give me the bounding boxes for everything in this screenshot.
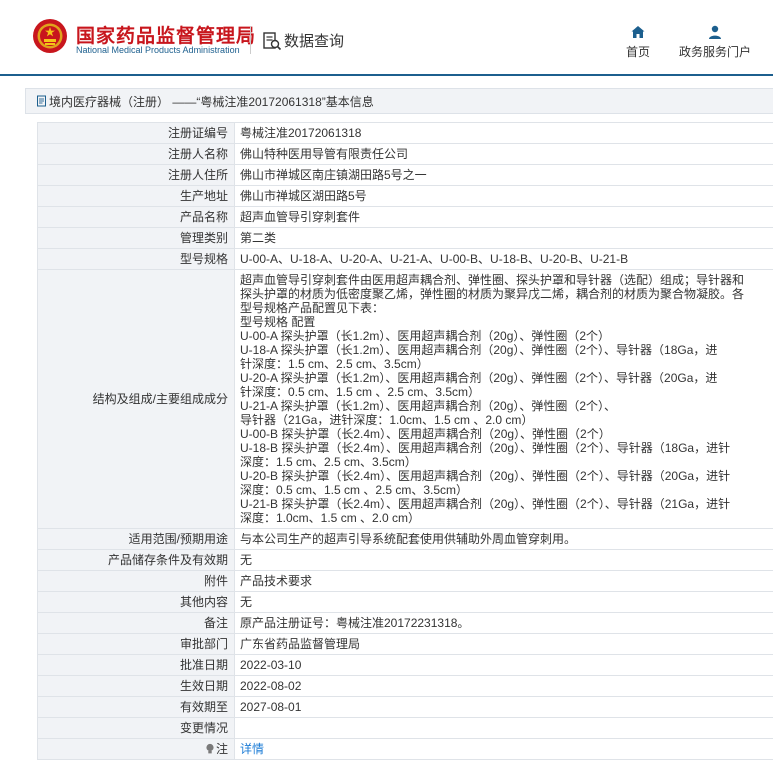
field-label: 有效期至 (37, 696, 235, 718)
field-label: 注册证编号 (37, 122, 235, 144)
national-emblem-logo[interactable] (32, 18, 68, 54)
table-row: 备注 原产品注册证号：粤械注准20172231318。 (37, 612, 773, 634)
structure-line: 针深度：1.5 cm、2.5 cm、3.5cm） (240, 357, 429, 371)
table-row: 有效期至 2027-08-01 (37, 696, 773, 718)
table-row: 其他内容无 (37, 591, 773, 613)
data-query-label: 数据查询 (284, 32, 345, 50)
data-query-icon (263, 31, 282, 50)
structure-line: U-00-A 探头护罩（长1.2m）、医用超声耦合剂（20g）、弹性圈（2个） (240, 329, 611, 343)
structure-line: 超声血管导引穿刺套件由医用超声耦合剂、弹性圈、探头护罩和导针器（选配）组成；导针… (240, 273, 745, 287)
table-row: 产品储存条件及有效期无 (37, 549, 773, 571)
brand-name-en[interactable]: National Medical Products Administration (76, 45, 240, 55)
header-divider (250, 26, 251, 54)
field-label: 适用范围/预期用途 (37, 528, 235, 550)
structure-line: U-20-B 探头护罩（长2.4m）、医用超声耦合剂（20g）、弹性圈（2个）、… (240, 469, 731, 483)
field-value: 2022-08-02 (234, 675, 773, 697)
field-label: 备注 (37, 612, 235, 634)
field-value: 原产品注册证号：粤械注准20172231318。 (234, 612, 773, 634)
structure-value: 超声血管导引穿刺套件由医用超声耦合剂、弹性圈、探头护罩和导针器（选配）组成；导针… (234, 269, 773, 529)
field-value: 粤械注准20172061318 (234, 122, 773, 144)
table-row: 审批部门 广东省药品监督管理局 (37, 633, 773, 655)
structure-line: U-21-B 探头护罩（长2.4m）、医用超声耦合剂（20g）、弹性圈（2个）、… (240, 497, 731, 511)
field-value: 无 (234, 549, 773, 571)
field-value: U-00-A、U-18-A、U-20-A、U-21-A、U-00-B、U-18-… (234, 248, 773, 270)
field-value: 超声血管导引穿刺套件 (234, 206, 773, 228)
note-label: 注 (215, 742, 228, 756)
structure-line: 针深度：0.5 cm、1.5 cm 、2.5 cm、3.5cm） (240, 385, 481, 399)
table-row-structure: 结构及组成/主要组成成分 超声血管导引穿刺套件由医用超声耦合剂、弹性圈、探头护罩… (37, 269, 773, 529)
field-label: 结构及组成/主要组成成分 (37, 269, 235, 529)
table-row: 生效日期 2022-08-02 (37, 675, 773, 697)
field-value: 佛山市禅城区湖田路5号 (234, 185, 773, 207)
field-value: 2022-03-10 (234, 654, 773, 676)
field-value: 2027-08-01 (234, 696, 773, 718)
table-row: 型号规格 U-00-A、U-18-A、U-20-A、U-21-A、U-00-B、U… (37, 248, 773, 270)
field-value: 第二类 (234, 227, 773, 249)
table-row: 批准日期 2022-03-10 (37, 654, 773, 676)
nav-service-portal[interactable]: 政务服务门户 (676, 24, 754, 60)
field-label: 产品名称 (37, 206, 235, 228)
site-header: 国家药品监督管理局 National Medical Products Admi… (0, 0, 773, 76)
user-icon (709, 25, 721, 39)
registration-detail-table: 注册证编号 粤械注准20172061318 注册人名称 佛山特种医用导管有限责任公司… (37, 122, 773, 760)
table-row: 附件 产品技术要求 (37, 570, 773, 592)
field-label: 注册人住所 (37, 164, 235, 186)
table-row: 变更情况 (37, 717, 773, 739)
nav-home-label: 首页 (625, 45, 650, 59)
details-link[interactable]: 详情 (240, 742, 264, 756)
nav-home[interactable]: 首页 (620, 24, 656, 60)
structure-line: 深度：0.5 cm、1.5 cm 、2.5 cm、3.5cm） (240, 483, 469, 497)
field-label: 其他内容 (37, 591, 235, 613)
structure-line: 深度：1.5 cm、2.5 cm、3.5cm） (240, 455, 417, 469)
structure-line: 深度：1.0cm、1.5 cm 、2.0 cm） (240, 511, 421, 525)
record-title-bar: 境内医疗器械（注册） ——“粤械注准20172061318”基本信息 (25, 88, 773, 114)
field-label: 审批部门 (37, 633, 235, 655)
table-row: 管理类别 第二类 (37, 227, 773, 249)
field-value (234, 717, 773, 739)
structure-line: U-21-A 探头护罩（长1.2m）、医用超声耦合剂（20g）、弹性圈（2个）、 (240, 399, 617, 413)
table-row: 产品名称 超声血管导引穿刺套件 (37, 206, 773, 228)
note-label-cell: 注 (37, 738, 235, 760)
structure-line: U-20-A 探头护罩（长1.2m）、医用超声耦合剂（20g）、弹性圈（2个）、… (240, 371, 718, 385)
structure-line: U-00-B 探头护罩（长2.4m）、医用超声耦合剂（20g）、弹性圈（2个） (240, 427, 611, 441)
field-label: 附件 (37, 570, 235, 592)
table-row: 注册证编号 粤械注准20172061318 (37, 122, 773, 144)
nav-service-portal-label: 政务服务门户 (678, 45, 751, 59)
field-value: 无 (234, 591, 773, 613)
table-row: 注册人名称 佛山特种医用导管有限责任公司 (37, 143, 773, 165)
field-label: 生产地址 (37, 185, 235, 207)
field-label: 批准日期 (37, 654, 235, 676)
brand-name-cn[interactable]: 国家药品监督管理局 (76, 21, 256, 48)
field-label: 变更情况 (37, 717, 235, 739)
field-label: 产品储存条件及有效期 (37, 549, 235, 571)
field-label: 管理类别 (37, 227, 235, 249)
field-value: 广东省药品监督管理局 (234, 633, 773, 655)
field-value: 佛山市禅城区南庄镇湖田路5号之一 (234, 164, 773, 186)
structure-line: U-18-B 探头护罩（长2.4m）、医用超声耦合剂（20g）、弹性圈（2个）、… (240, 441, 731, 455)
structure-line: 导针器（21Ga，进针深度：1.0cm、1.5 cm 、2.0 cm） (240, 413, 534, 427)
field-label: 注册人名称 (37, 143, 235, 165)
structure-line: 型号规格产品配置见下表： (240, 301, 385, 315)
field-label: 型号规格 (37, 248, 235, 270)
field-label: 生效日期 (37, 675, 235, 697)
structure-line: 探头护罩的材质为低密度聚乙烯，弹性圈的材质为聚异戊二烯，耦合剂的材质为聚合物凝胶… (240, 287, 745, 301)
table-row: 适用范围/预期用途 与本公司生产的超声引导系统配套使用供辅助外周血管穿刺用。 (37, 528, 773, 550)
field-value: 与本公司生产的超声引导系统配套使用供辅助外周血管穿刺用。 (234, 528, 773, 550)
home-icon (631, 26, 645, 38)
structure-line: U-18-A 探头护罩（长1.2m）、医用超声耦合剂（20g）、弹性圈（2个）、… (240, 343, 718, 357)
field-value: 产品技术要求 (234, 570, 773, 592)
record-title: 境内医疗器械（注册） ——“粤械注准20172061318”基本信息 (49, 94, 374, 109)
lightbulb-icon (206, 743, 214, 754)
field-value: 佛山特种医用导管有限责任公司 (234, 143, 773, 165)
table-row-note: 注 详情 (37, 738, 773, 760)
data-query-link[interactable]: 数据查询 (262, 30, 344, 51)
document-icon (37, 95, 46, 107)
table-row: 注册人住所 佛山市禅城区南庄镇湖田路5号之一 (37, 164, 773, 186)
structure-line: 型号规格 配置 (240, 315, 316, 329)
table-row: 生产地址 佛山市禅城区湖田路5号 (37, 185, 773, 207)
note-value: 详情 (234, 738, 773, 760)
